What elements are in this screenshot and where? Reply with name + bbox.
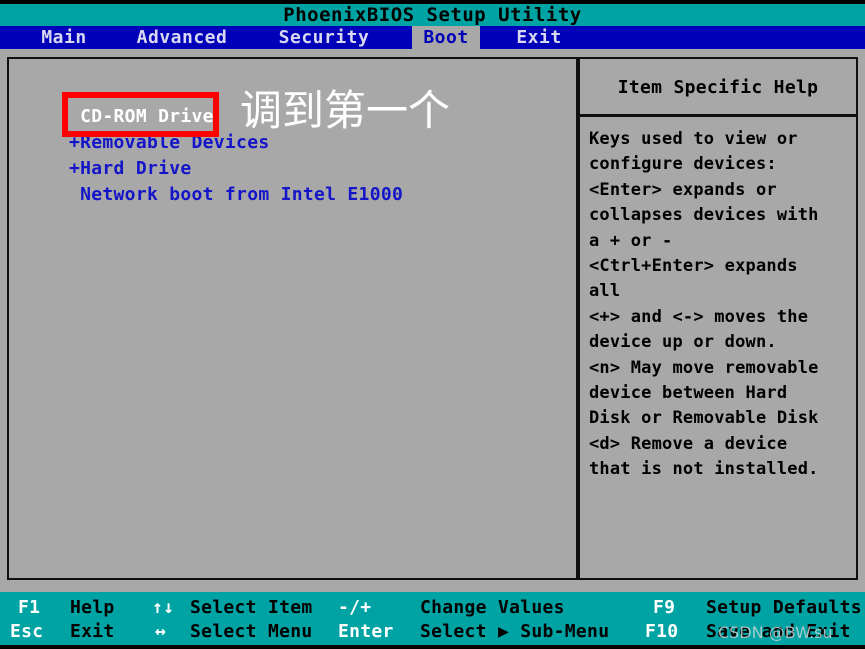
menu-tab-security[interactable]: Security	[270, 26, 378, 49]
status-key[interactable]: Enter	[338, 620, 394, 644]
watermark-text: CSDN @BW.su	[718, 623, 833, 642]
menu-tab-exit[interactable]: Exit	[498, 26, 580, 49]
menu-tab-main[interactable]: Main	[18, 26, 110, 49]
help-text-line: device up or down.	[589, 332, 777, 353]
help-text-line: <d> Remove a device	[589, 433, 788, 454]
boot-list-item[interactable]: Network boot from Intel E1000	[69, 182, 569, 208]
help-text-line: <+> and <-> moves the	[589, 306, 809, 327]
item-specific-help-panel: Item Specific Help Keys used to view or c…	[578, 57, 858, 580]
help-text-line: Keys used to view or	[589, 129, 798, 149]
help-text-line: a + or -	[589, 230, 673, 251]
help-panel-body: Keys used to view or configure devices: <E…	[589, 127, 853, 483]
screen-bottom-border	[0, 645, 865, 649]
status-description: Setup Defaults	[706, 597, 862, 618]
status-key[interactable]: F9	[653, 596, 675, 620]
help-panel-title: Item Specific Help	[580, 59, 856, 117]
help-text-line: <Enter> expands or	[589, 179, 777, 200]
boot-list-item[interactable]: +Hard Drive	[69, 156, 569, 182]
help-text-line: that is not installed.	[589, 459, 819, 480]
status-key[interactable]: F1	[18, 596, 40, 620]
help-text-line: collapses devices with	[589, 205, 819, 226]
menu-tab-advanced[interactable]: Advanced	[126, 26, 238, 49]
help-text-line: all	[589, 281, 621, 302]
status-description: Select Menu	[190, 621, 313, 642]
window-title: PhoenixBIOS Setup Utility	[0, 4, 865, 26]
status-key[interactable]: F10	[645, 620, 678, 644]
help-text-line: configure devices:	[589, 154, 777, 175]
status-key[interactable]: ↑↓	[152, 596, 174, 620]
menu-bar: Main Advanced Security Boot Exit	[0, 26, 865, 49]
status-description: Help	[70, 597, 115, 618]
help-text-line: <n> May move removable	[589, 357, 819, 378]
help-text-line: <Ctrl+Enter> expands	[589, 256, 798, 277]
boot-order-panel: CD-ROM Drive +Removable Devices +Hard Driv…	[7, 57, 578, 580]
status-description: Select ▶ Sub-Menu	[420, 621, 610, 642]
status-description: Change Values	[420, 597, 565, 618]
status-key[interactable]: Esc	[10, 620, 43, 644]
annotation-note-text: 调到第一个	[240, 86, 451, 135]
help-text-line: Disk or Removable Disk	[589, 408, 819, 429]
status-key[interactable]: -/+	[338, 596, 371, 620]
help-text-line: device between Hard	[589, 383, 788, 404]
menu-tab-boot[interactable]: Boot	[412, 26, 480, 49]
bios-setup-screen: PhoenixBIOS Setup Utility Main Advanced Se…	[0, 0, 865, 649]
status-key[interactable]: ↔	[155, 620, 166, 644]
status-description: Exit	[70, 621, 115, 642]
status-description: Select Item	[190, 597, 313, 618]
